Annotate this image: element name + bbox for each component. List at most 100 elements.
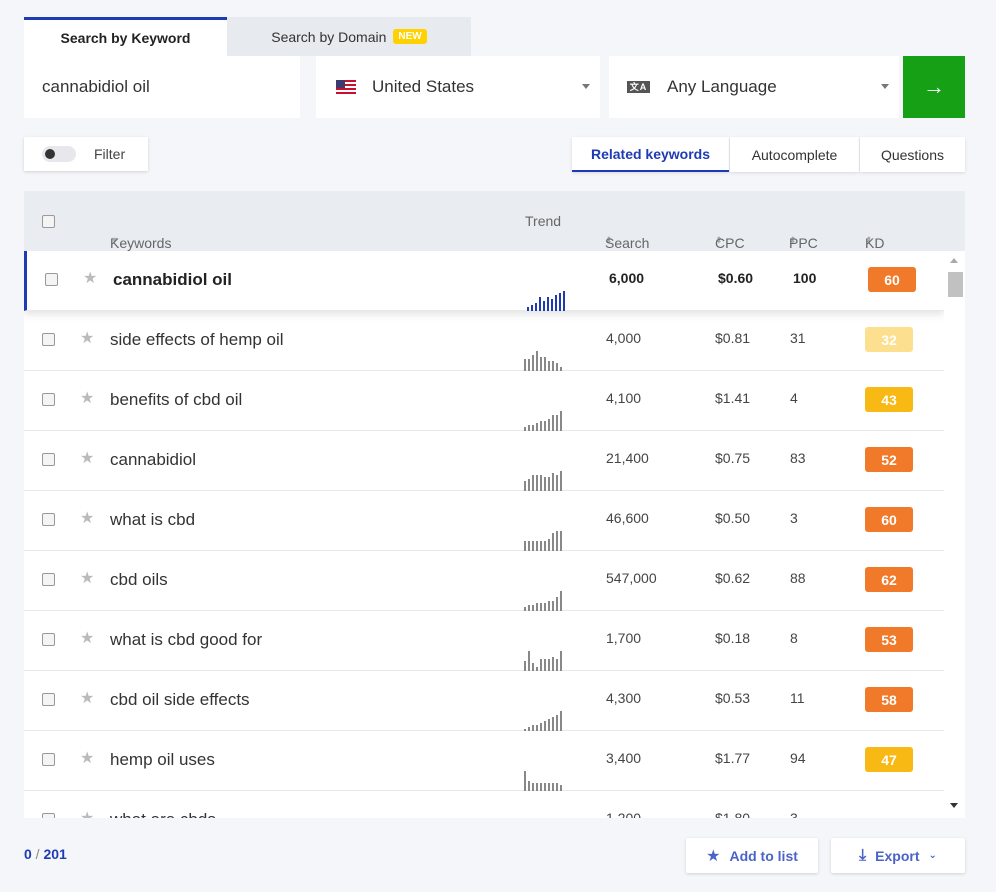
star-icon[interactable]: ★ — [80, 748, 94, 768]
keyword-table-body: ★ cannabidiol oil 6,000 $0.60 100 60 ★ side eff… — [24, 251, 944, 818]
keyword-text[interactable]: hemp oil uses — [110, 750, 215, 770]
search-submit-button[interactable]: → — [903, 56, 965, 118]
country-select[interactable]: United States — [316, 56, 600, 118]
table-row[interactable]: ★ cbd oil side effects 4,300 $0.53 11 58 — [24, 671, 944, 731]
trend-bar — [560, 531, 562, 551]
tab-label: Search by Keyword — [60, 30, 191, 46]
ppc-value: 3 — [790, 510, 798, 526]
search-volume: 1,200 — [606, 810, 642, 818]
tab-label: Related keywords — [590, 145, 711, 162]
tab-label: Search by Domain — [271, 28, 387, 45]
row-checkbox[interactable] — [42, 513, 55, 526]
toggle-switch[interactable] — [42, 146, 76, 162]
add-to-list-button[interactable]: ★ Add to list — [686, 838, 818, 873]
keyword-text[interactable]: cannabidiol — [110, 450, 196, 470]
trend-sparkline — [524, 349, 578, 371]
keyword-text[interactable]: what is cbd good for — [110, 630, 262, 650]
scroll-up-icon[interactable] — [950, 258, 958, 263]
search-volume: 6,000 — [609, 270, 645, 286]
scrollbar-thumb[interactable] — [948, 272, 963, 297]
trend-bar — [548, 783, 550, 791]
tab-search-by-keyword[interactable]: Search by Keyword — [24, 17, 227, 56]
trend-bar — [531, 305, 533, 311]
row-checkbox[interactable] — [42, 753, 55, 766]
trend-sparkline — [524, 649, 578, 671]
ppc-value: 8 — [790, 630, 798, 646]
table-row[interactable]: ★ what is cbd 46,600 $0.50 3 60 — [24, 491, 944, 551]
table-row[interactable]: ★ what are cbds 1,200 $1.80 3 — [24, 791, 944, 818]
translate-icon: 文A — [627, 81, 650, 93]
row-checkbox[interactable] — [42, 333, 55, 346]
tab-search-by-domain[interactable]: Search by Domain NEW — [227, 17, 471, 56]
row-checkbox[interactable] — [42, 693, 55, 706]
star-icon[interactable]: ★ — [83, 268, 97, 288]
star-icon[interactable]: ★ — [80, 388, 94, 408]
table-row[interactable]: ★ side effects of hemp oil 4,000 $0.81 31 32 — [24, 311, 944, 371]
trend-bar — [536, 423, 538, 431]
trend-bar — [552, 601, 554, 611]
keyword-text[interactable]: benefits of cbd oil — [110, 390, 242, 410]
cpc-value: $0.75 — [715, 450, 751, 466]
filter-toggle[interactable]: Filter — [24, 137, 148, 171]
export-button[interactable]: ⤓ Export ⌄ — [831, 838, 965, 873]
trend-bar — [528, 651, 530, 671]
trend-bar — [552, 783, 554, 791]
new-badge: NEW — [393, 29, 427, 44]
keyword-text[interactable]: cbd oils — [110, 570, 168, 590]
trend-bar — [532, 783, 534, 791]
language-select[interactable]: 文A Any Language — [609, 56, 899, 118]
star-icon[interactable]: ★ — [80, 628, 94, 648]
star-icon[interactable]: ★ — [80, 448, 94, 468]
table-row[interactable]: ★ hemp oil uses 3,400 $1.77 94 47 — [24, 731, 944, 791]
table-header: ▼ Keywords Trend ⬍ Search ⬍ CPC ⬍ PPC ⬍ KD — [24, 191, 965, 251]
keyword-text[interactable]: cannabidiol oil — [113, 270, 232, 290]
trend-bar — [524, 481, 526, 491]
keyword-text[interactable]: what is cbd — [110, 510, 195, 530]
row-checkbox[interactable] — [42, 393, 55, 406]
star-icon[interactable]: ★ — [80, 508, 94, 528]
scroll-down-icon[interactable] — [950, 803, 958, 808]
cpc-value: $0.50 — [715, 510, 751, 526]
scrollbar[interactable] — [944, 251, 965, 818]
language-value: Any Language — [667, 77, 777, 96]
star-icon[interactable]: ★ — [80, 568, 94, 588]
tab-questions[interactable]: Questions — [860, 137, 965, 172]
chevron-down-icon — [881, 84, 889, 89]
table-row[interactable]: ★ cannabidiol 21,400 $0.75 83 52 — [24, 431, 944, 491]
kd-badge — [865, 807, 913, 818]
keyword-text[interactable]: what are cbds — [110, 810, 216, 818]
trend-bar — [552, 415, 554, 431]
trend-bar — [552, 361, 554, 371]
table-row[interactable]: ★ cannabidiol oil 6,000 $0.60 100 60 — [24, 251, 944, 311]
row-checkbox[interactable] — [42, 813, 55, 818]
row-checkbox[interactable] — [42, 453, 55, 466]
tab-autocomplete[interactable]: Autocomplete — [730, 137, 859, 172]
ppc-value: 88 — [790, 570, 806, 586]
trend-bar — [551, 299, 553, 311]
row-checkbox[interactable] — [42, 573, 55, 586]
table-row[interactable]: ★ benefits of cbd oil 4,100 $1.41 4 43 — [24, 371, 944, 431]
trend-bar — [540, 723, 542, 731]
row-checkbox[interactable] — [45, 273, 58, 286]
tab-label: Autocomplete — [751, 146, 838, 163]
table-row[interactable]: ★ what is cbd good for 1,700 $0.18 8 53 — [24, 611, 944, 671]
keyword-text[interactable]: side effects of hemp oil — [110, 330, 284, 350]
star-icon[interactable]: ★ — [80, 688, 94, 708]
trend-bar — [560, 411, 562, 431]
trend-bar — [548, 601, 550, 611]
keyword-text[interactable]: cbd oil side effects — [110, 690, 250, 710]
trend-bar — [556, 531, 558, 551]
row-checkbox[interactable] — [42, 633, 55, 646]
cpc-value: $0.81 — [715, 330, 751, 346]
search-volume: 1,700 — [606, 630, 642, 646]
tab-related-keywords[interactable]: Related keywords — [572, 137, 729, 172]
kd-badge: 58 — [865, 687, 913, 712]
trend-bar — [536, 783, 538, 791]
us-flag-icon — [336, 80, 356, 94]
trend-bar — [548, 477, 550, 491]
keyword-input[interactable]: cannabidiol oil — [24, 56, 300, 118]
star-icon[interactable]: ★ — [80, 808, 94, 818]
table-row[interactable]: ★ cbd oils 547,000 $0.62 88 62 — [24, 551, 944, 611]
star-icon[interactable]: ★ — [80, 328, 94, 348]
select-all-checkbox[interactable] — [42, 215, 55, 228]
